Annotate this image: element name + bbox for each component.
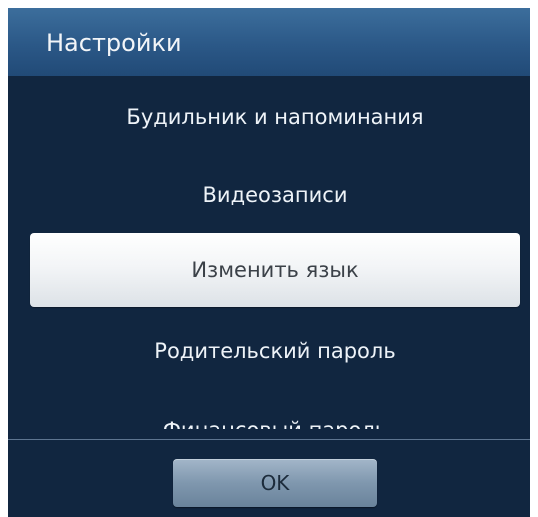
list-item-video-recordings[interactable]: Видеозаписи	[30, 158, 520, 232]
dialog-title: Настройки	[46, 29, 182, 57]
list-item-change-language[interactable]: Изменить язык	[30, 233, 520, 307]
list-item-financial-password[interactable]: Финансовый пароль	[30, 393, 520, 429]
list-item-alarms-reminders[interactable]: Будильник и напоминания	[30, 80, 520, 154]
settings-list[interactable]: Будильник и напоминания Видеозаписи Изме…	[8, 76, 530, 429]
settings-dialog: Настройки Будильник и напоминания Видеоз…	[8, 8, 530, 517]
list-item-parental-password[interactable]: Родительский пароль	[30, 314, 520, 388]
footer-divider	[8, 439, 530, 440]
ok-button[interactable]: OK	[173, 459, 377, 507]
dialog-header: Настройки	[8, 8, 530, 76]
